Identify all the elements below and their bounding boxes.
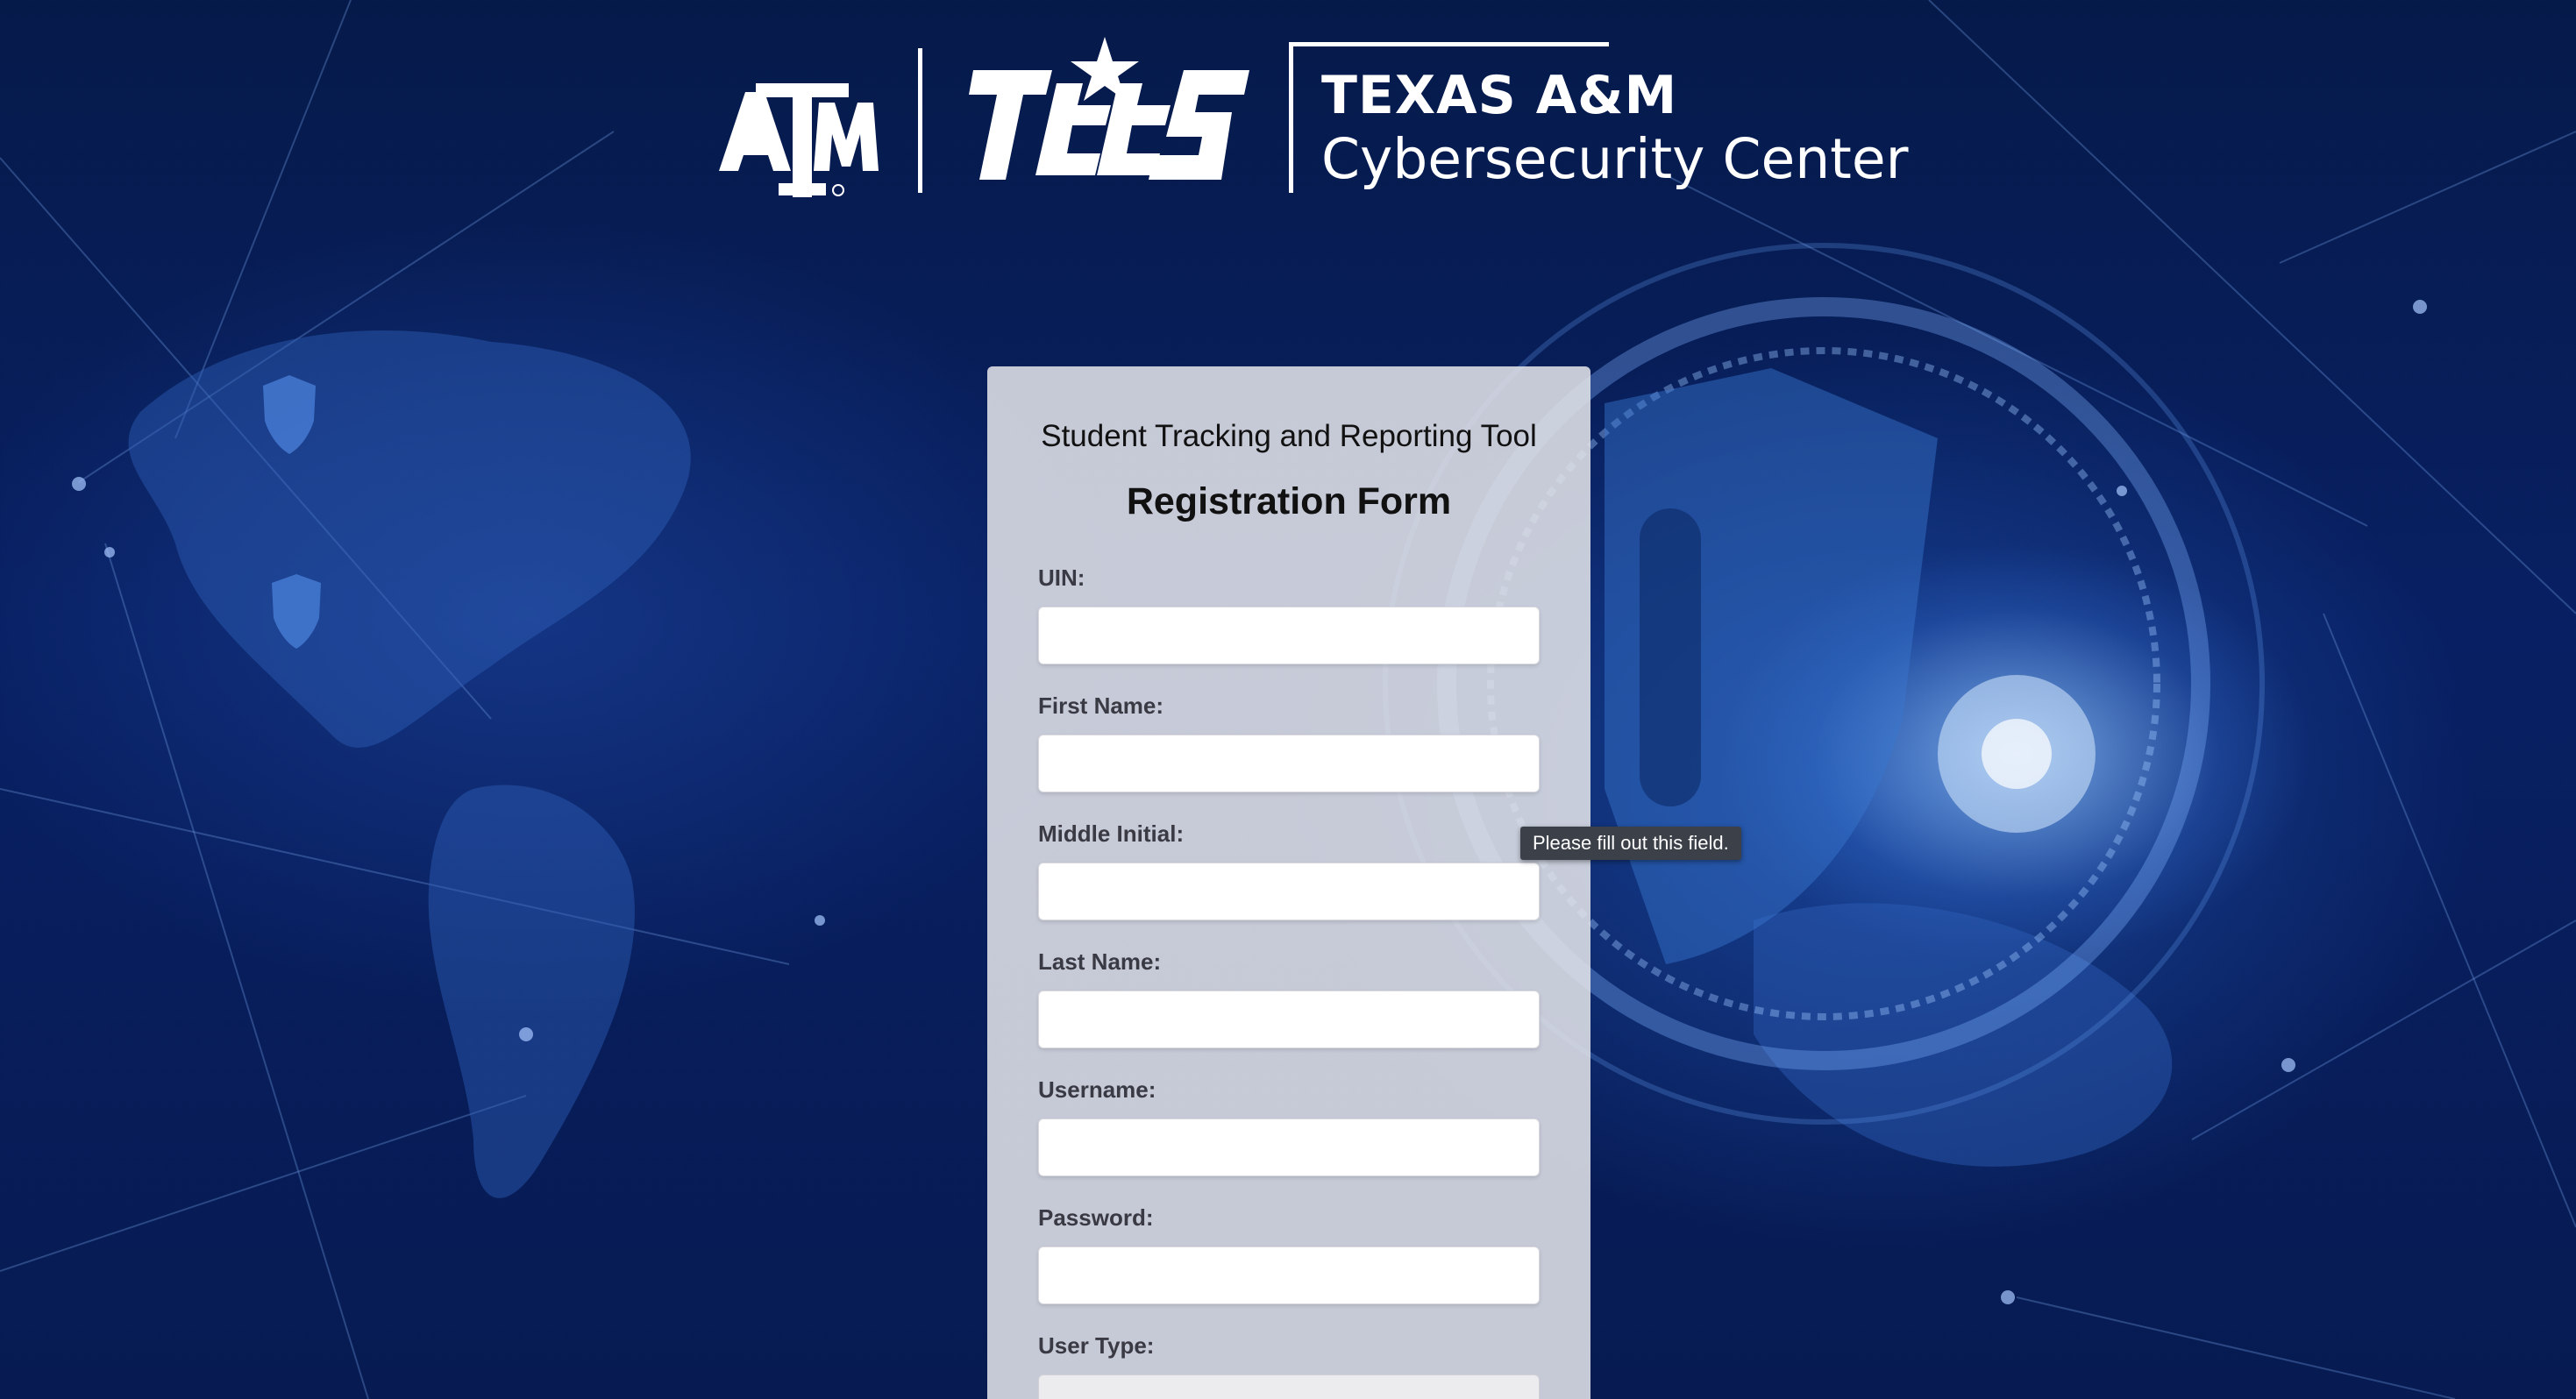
user-type-select[interactable]: [1038, 1374, 1540, 1399]
username-field-group: Username:: [1038, 1075, 1540, 1176]
last-name-label: Last Name:: [1038, 948, 1162, 975]
password-field-group: Password:: [1038, 1203, 1540, 1304]
app-title: Student Tracking and Reporting Tool: [1041, 419, 1537, 453]
cyber-center-frame-top: [1289, 42, 1609, 46]
first-name-field-group: First Name:: [1038, 691, 1540, 792]
header-logo-bar: TEXAS A&M Cybersecurity Center: [701, 35, 1909, 202]
tees-logo: [969, 37, 1249, 180]
password-input[interactable]: [1038, 1246, 1540, 1304]
username-label: Username:: [1038, 1076, 1156, 1103]
uin-input[interactable]: [1038, 607, 1540, 664]
middle-initial-input[interactable]: [1038, 863, 1540, 920]
first-name-label: First Name:: [1038, 692, 1164, 719]
first-name-input[interactable]: [1038, 735, 1540, 792]
texas-am-logo: [719, 83, 879, 197]
registration-card: Student Tracking and Reporting Tool Regi…: [987, 366, 1590, 1399]
middle-initial-field-group: Middle Initial:: [1038, 819, 1540, 920]
middle-initial-label: Middle Initial:: [1038, 820, 1185, 847]
user-type-field-group: User Type:: [1038, 1331, 1540, 1399]
form-title: Registration Form: [1126, 480, 1452, 522]
uin-label: UIN:: [1038, 565, 1085, 591]
uin-field-group: UIN:: [1038, 563, 1540, 664]
username-input[interactable]: [1038, 1118, 1540, 1176]
last-name-field-group: Last Name:: [1038, 947, 1540, 1048]
last-name-input[interactable]: [1038, 991, 1540, 1048]
cyber-center-frame-left: [1289, 42, 1293, 193]
cyber-center-line1: TEXAS A&M: [1321, 65, 1678, 126]
logo-divider: [918, 48, 922, 193]
cyber-center-line2: Cybersecurity Center: [1321, 127, 1909, 191]
user-type-label: User Type:: [1038, 1332, 1155, 1359]
password-label: Password:: [1038, 1204, 1154, 1231]
validation-tooltip: Please fill out this field.: [1520, 827, 1741, 860]
form-fields: UIN: First Name: Middle Initial: Last Na…: [1038, 563, 1540, 1399]
